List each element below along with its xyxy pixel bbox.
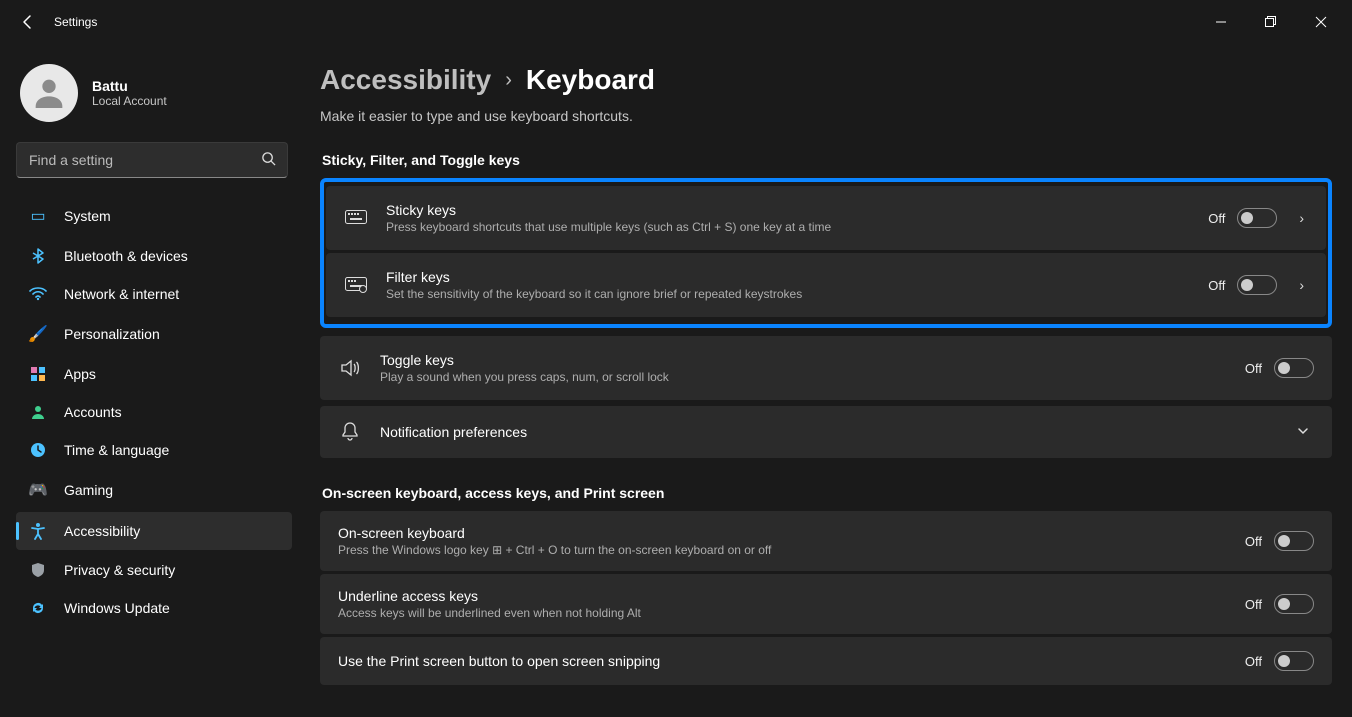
on-screen-keyboard-toggle[interactable] (1274, 531, 1314, 551)
toggle-state-label: Off (1245, 654, 1262, 669)
back-button[interactable] (8, 2, 48, 42)
toggle-state-label: Off (1208, 278, 1225, 293)
sidebar-item-label: Gaming (64, 482, 113, 498)
underline-access-keys-card[interactable]: Underline access keys Access keys will b… (320, 574, 1332, 634)
sidebar: Battu Local Account ▭ System Bluetooth &… (0, 44, 300, 717)
section-title-onscreen: On-screen keyboard, access keys, and Pri… (322, 485, 1332, 501)
toggle-keys-toggle[interactable] (1274, 358, 1314, 378)
breadcrumb-parent[interactable]: Accessibility (320, 64, 491, 96)
card-title: Underline access keys (338, 588, 1227, 604)
sidebar-item-network[interactable]: Network & internet (16, 276, 292, 312)
keyboard-filter-icon (344, 277, 368, 293)
notification-preferences-card[interactable]: Notification preferences (320, 406, 1332, 458)
breadcrumb-current: Keyboard (526, 64, 655, 96)
sidebar-item-label: Windows Update (64, 600, 170, 616)
underline-access-keys-toggle[interactable] (1274, 594, 1314, 614)
section-title-sticky: Sticky, Filter, and Toggle keys (322, 152, 1332, 168)
card-title: Filter keys (386, 269, 1190, 285)
sidebar-item-bluetooth[interactable]: Bluetooth & devices (16, 238, 292, 274)
keyboard-icon (344, 210, 368, 226)
person-icon (28, 404, 48, 420)
sidebar-item-label: Network & internet (64, 286, 179, 302)
sidebar-item-label: Bluetooth & devices (64, 248, 188, 264)
sidebar-item-time[interactable]: Time & language (16, 432, 292, 468)
user-account-type: Local Account (92, 94, 167, 108)
nav-list: ▭ System Bluetooth & devices Network & i… (16, 196, 292, 626)
card-desc: Set the sensitivity of the keyboard so i… (386, 287, 1190, 301)
apps-icon (28, 366, 48, 382)
sidebar-item-gaming[interactable]: 🎮 Gaming (16, 470, 292, 510)
toggle-state-label: Off (1245, 534, 1262, 549)
title-bar: Settings (0, 0, 1352, 44)
card-title: Use the Print screen button to open scre… (338, 653, 1227, 669)
sidebar-item-apps[interactable]: Apps (16, 356, 292, 392)
avatar (20, 64, 78, 122)
chevron-right-icon: › (505, 69, 512, 92)
close-button[interactable] (1298, 6, 1344, 38)
toggle-keys-card[interactable]: Toggle keys Play a sound when you press … (320, 336, 1332, 400)
bell-icon (338, 422, 362, 442)
card-title: On-screen keyboard (338, 525, 1227, 541)
filter-keys-card[interactable]: Filter keys Set the sensitivity of the k… (326, 253, 1326, 317)
card-desc: Access keys will be underlined even when… (338, 606, 1227, 620)
chevron-right-icon[interactable]: › (1295, 210, 1308, 226)
clock-icon (28, 442, 48, 458)
sidebar-item-label: Accounts (64, 404, 122, 420)
card-desc: Play a sound when you press caps, num, o… (380, 370, 1227, 384)
sidebar-item-accounts[interactable]: Accounts (16, 394, 292, 430)
page-subtitle: Make it easier to type and use keyboard … (320, 108, 1332, 124)
card-title: Sticky keys (386, 202, 1190, 218)
card-title: Toggle keys (380, 352, 1227, 368)
sidebar-item-accessibility[interactable]: Accessibility (16, 512, 292, 550)
user-name: Battu (92, 78, 167, 94)
search-input[interactable] (16, 142, 288, 178)
shield-icon (28, 562, 48, 578)
minimize-button[interactable] (1198, 6, 1244, 38)
window-controls (1198, 6, 1344, 38)
print-screen-card[interactable]: Use the Print screen button to open scre… (320, 637, 1332, 685)
filter-keys-toggle[interactable] (1237, 275, 1277, 295)
sidebar-item-label: Time & language (64, 442, 169, 458)
sidebar-item-label: Personalization (64, 326, 160, 342)
sidebar-item-label: System (64, 208, 111, 224)
card-desc: Press keyboard shortcuts that use multip… (386, 220, 1190, 234)
wifi-icon (28, 287, 48, 301)
sidebar-item-system[interactable]: ▭ System (16, 196, 292, 236)
print-screen-toggle[interactable] (1274, 651, 1314, 671)
chevron-right-icon[interactable]: › (1295, 277, 1308, 293)
sticky-keys-toggle[interactable] (1237, 208, 1277, 228)
sidebar-item-update[interactable]: Windows Update (16, 590, 292, 626)
card-title: Notification preferences (380, 424, 1274, 440)
bluetooth-icon (28, 248, 48, 264)
display-icon: ▭ (28, 206, 48, 226)
toggle-state-label: Off (1245, 361, 1262, 376)
accessibility-icon (28, 522, 48, 540)
breadcrumb: Accessibility › Keyboard (320, 64, 1332, 96)
sidebar-item-personalization[interactable]: 🖌️ Personalization (16, 314, 292, 354)
sync-icon (28, 600, 48, 616)
sidebar-item-label: Apps (64, 366, 96, 382)
highlighted-region: Sticky keys Press keyboard shortcuts tha… (320, 178, 1332, 328)
sticky-keys-card[interactable]: Sticky keys Press keyboard shortcuts tha… (326, 186, 1326, 250)
search-wrap (16, 142, 288, 178)
profile-block[interactable]: Battu Local Account (20, 64, 292, 122)
app-title: Settings (54, 15, 97, 29)
brush-icon: 🖌️ (28, 324, 48, 344)
maximize-button[interactable] (1248, 6, 1294, 38)
gamepad-icon: 🎮 (28, 480, 48, 500)
chevron-down-icon[interactable] (1292, 424, 1314, 441)
sound-icon (338, 359, 362, 377)
sidebar-item-privacy[interactable]: Privacy & security (16, 552, 292, 588)
on-screen-keyboard-card[interactable]: On-screen keyboard Press the Windows log… (320, 511, 1332, 571)
main-content: Accessibility › Keyboard Make it easier … (300, 44, 1352, 717)
toggle-state-label: Off (1245, 597, 1262, 612)
card-desc: Press the Windows logo key ⊞ + Ctrl + O … (338, 543, 1227, 557)
toggle-state-label: Off (1208, 211, 1225, 226)
sidebar-item-label: Privacy & security (64, 562, 175, 578)
sidebar-item-label: Accessibility (64, 523, 140, 539)
